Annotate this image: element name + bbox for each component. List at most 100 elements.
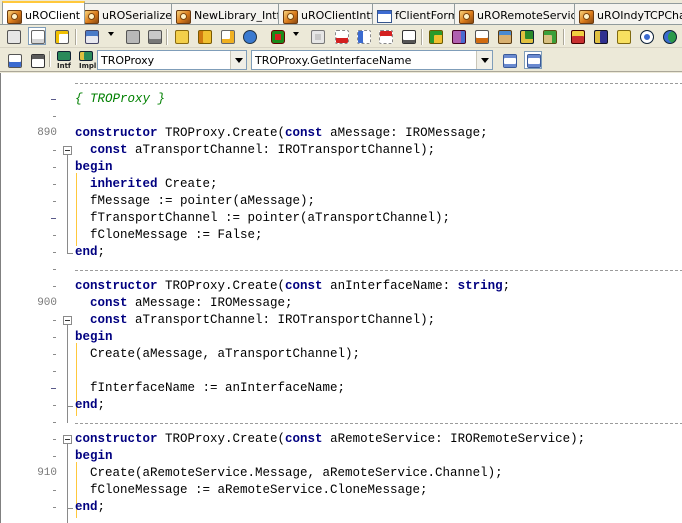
- window-button[interactable]: [28, 51, 46, 69]
- tab-uroremoteservice[interactable]: uRORemoteService: [454, 3, 589, 24]
- open-project-button[interactable]: [172, 27, 190, 45]
- globe-icon: [663, 30, 677, 44]
- collapse-icon[interactable]: [63, 146, 72, 155]
- run-button[interactable]: [268, 27, 286, 45]
- code-line[interactable]: const aTransportChannel: IROTransportCha…: [1, 312, 682, 329]
- fold-end-mark: [67, 508, 73, 509]
- line-number: 890: [37, 127, 57, 139]
- code-line[interactable]: end;: [1, 397, 682, 414]
- code-line[interactable]: inherited Create;: [1, 176, 682, 193]
- project-button[interactable]: [52, 27, 70, 45]
- form-icon: [376, 8, 392, 24]
- code-line[interactable]: [1, 414, 682, 431]
- open-button[interactable]: [82, 27, 100, 45]
- view-form-button[interactable]: [4, 27, 22, 45]
- fold-end-mark: [67, 253, 73, 254]
- code-line[interactable]: fCloneMessage := False;: [1, 227, 682, 244]
- line-tick-mark: [53, 456, 56, 457]
- chevron-down-icon[interactable]: [108, 32, 114, 36]
- text-button[interactable]: [399, 27, 417, 45]
- code-line[interactable]: fCloneMessage := aRemoteService.CloneMes…: [1, 482, 682, 499]
- help-button[interactable]: [637, 27, 655, 45]
- code-line[interactable]: fTransportChannel := pointer(aTransportC…: [1, 210, 682, 227]
- run-to-cursor-button[interactable]: [376, 27, 394, 45]
- database-button[interactable]: [568, 27, 586, 45]
- pause-button[interactable]: [308, 27, 326, 45]
- code-token: aMessage: IROMessage;: [127, 296, 293, 310]
- save-button[interactable]: [123, 27, 141, 45]
- align-left-icon: [503, 54, 517, 68]
- collapse-icon[interactable]: [63, 435, 72, 444]
- code-line[interactable]: end;: [1, 244, 682, 261]
- code-line[interactable]: 910 Create(aRemoteService.Message, aRemo…: [1, 465, 682, 482]
- notes-button[interactable]: [614, 27, 632, 45]
- tab-uroclientintf[interactable]: uROClientIntf: [278, 3, 380, 24]
- trace-into-button[interactable]: [332, 27, 350, 45]
- line-tick-mark: [53, 490, 56, 491]
- code-line[interactable]: begin: [1, 329, 682, 346]
- code-line[interactable]: constructor TROProxy.Create(const anInte…: [1, 278, 682, 295]
- code-line[interactable]: [1, 363, 682, 380]
- palette-button[interactable]: [449, 27, 467, 45]
- code-line[interactable]: [1, 516, 682, 523]
- tools-button[interactable]: [517, 27, 535, 45]
- code-text: constructor TROProxy.Create(const anInte…: [75, 278, 510, 295]
- folder-open-icon: [175, 30, 189, 44]
- method-selector[interactable]: TROProxy.GetInterfaceName: [251, 50, 493, 70]
- tab-newlibrary-intf[interactable]: NewLibrary_Intf: [171, 3, 286, 24]
- code-line[interactable]: begin: [1, 159, 682, 176]
- code-line[interactable]: { TROProxy }: [1, 91, 682, 108]
- code-line[interactable]: 890 constructor TROProxy.Create(const aMe…: [1, 125, 682, 142]
- tab-uroserializer[interactable]: uROSerializer: [79, 3, 182, 24]
- code-keyword: string: [457, 279, 503, 293]
- project-icon: [55, 30, 69, 44]
- collapse-icon[interactable]: [63, 316, 72, 325]
- tab-uroindytcpchan[interactable]: uROIndyTCPChan: [574, 3, 682, 24]
- back-button[interactable]: [5, 51, 23, 69]
- code-line[interactable]: Create(aMessage, aTransportChannel);: [1, 346, 682, 363]
- code-line[interactable]: constructor TROProxy.Create(const aRemot…: [1, 431, 682, 448]
- step-over-button[interactable]: [354, 27, 372, 45]
- chevron-down-icon[interactable]: [230, 51, 246, 69]
- code-line[interactable]: 900 const aMessage: IROMessage;: [1, 295, 682, 312]
- code-comment: { TROProxy }: [75, 92, 166, 106]
- toolbar-separator: [563, 29, 565, 45]
- component-icon: [429, 30, 443, 44]
- web-button[interactable]: [660, 27, 678, 45]
- code-line[interactable]: const aTransportChannel: IROTransportCha…: [1, 142, 682, 159]
- modified-line-mark: [51, 388, 56, 389]
- options-button[interactable]: [240, 27, 258, 45]
- interface-icon: [57, 51, 71, 61]
- print-button[interactable]: [145, 27, 163, 45]
- code-line[interactable]: fInterfaceName := anInterfaceName;: [1, 380, 682, 397]
- code-line[interactable]: fMessage := pointer(aMessage);: [1, 193, 682, 210]
- toggle-unit-button[interactable]: [28, 27, 46, 45]
- code-line[interactable]: begin: [1, 448, 682, 465]
- tab-fclientform[interactable]: fClientForm: [372, 3, 464, 24]
- code-line[interactable]: end;: [1, 499, 682, 516]
- code-editor[interactable]: { TROProxy } 890 constructor TROProxy.Crea…: [0, 73, 682, 523]
- tab-uroclient[interactable]: uROClient: [2, 1, 86, 24]
- cursor-icon: [379, 30, 393, 44]
- code-line[interactable]: [1, 108, 682, 125]
- code-text: fCloneMessage := aRemoteService.CloneMes…: [75, 482, 428, 499]
- package-button[interactable]: [495, 27, 513, 45]
- component-button[interactable]: [426, 27, 444, 45]
- print-icon: [148, 30, 162, 44]
- edit-button[interactable]: [218, 27, 236, 45]
- tab-label: NewLibrary_Intf: [194, 8, 281, 22]
- class-selector[interactable]: TROProxy: [97, 50, 247, 70]
- explorer-button[interactable]: [591, 27, 609, 45]
- code-line[interactable]: [1, 261, 682, 278]
- line-tick-mark: [53, 116, 56, 117]
- build-button[interactable]: [540, 27, 558, 45]
- chevron-down-icon[interactable]: [476, 51, 492, 69]
- document-button[interactable]: [472, 27, 490, 45]
- align-justify-button[interactable]: [524, 51, 542, 69]
- line-tick-mark: [53, 320, 56, 321]
- chevron-down-icon[interactable]: [293, 32, 299, 36]
- save-all-button[interactable]: [195, 27, 213, 45]
- code-token: fCloneMessage := False;: [75, 228, 263, 242]
- align-left-button[interactable]: [500, 51, 518, 69]
